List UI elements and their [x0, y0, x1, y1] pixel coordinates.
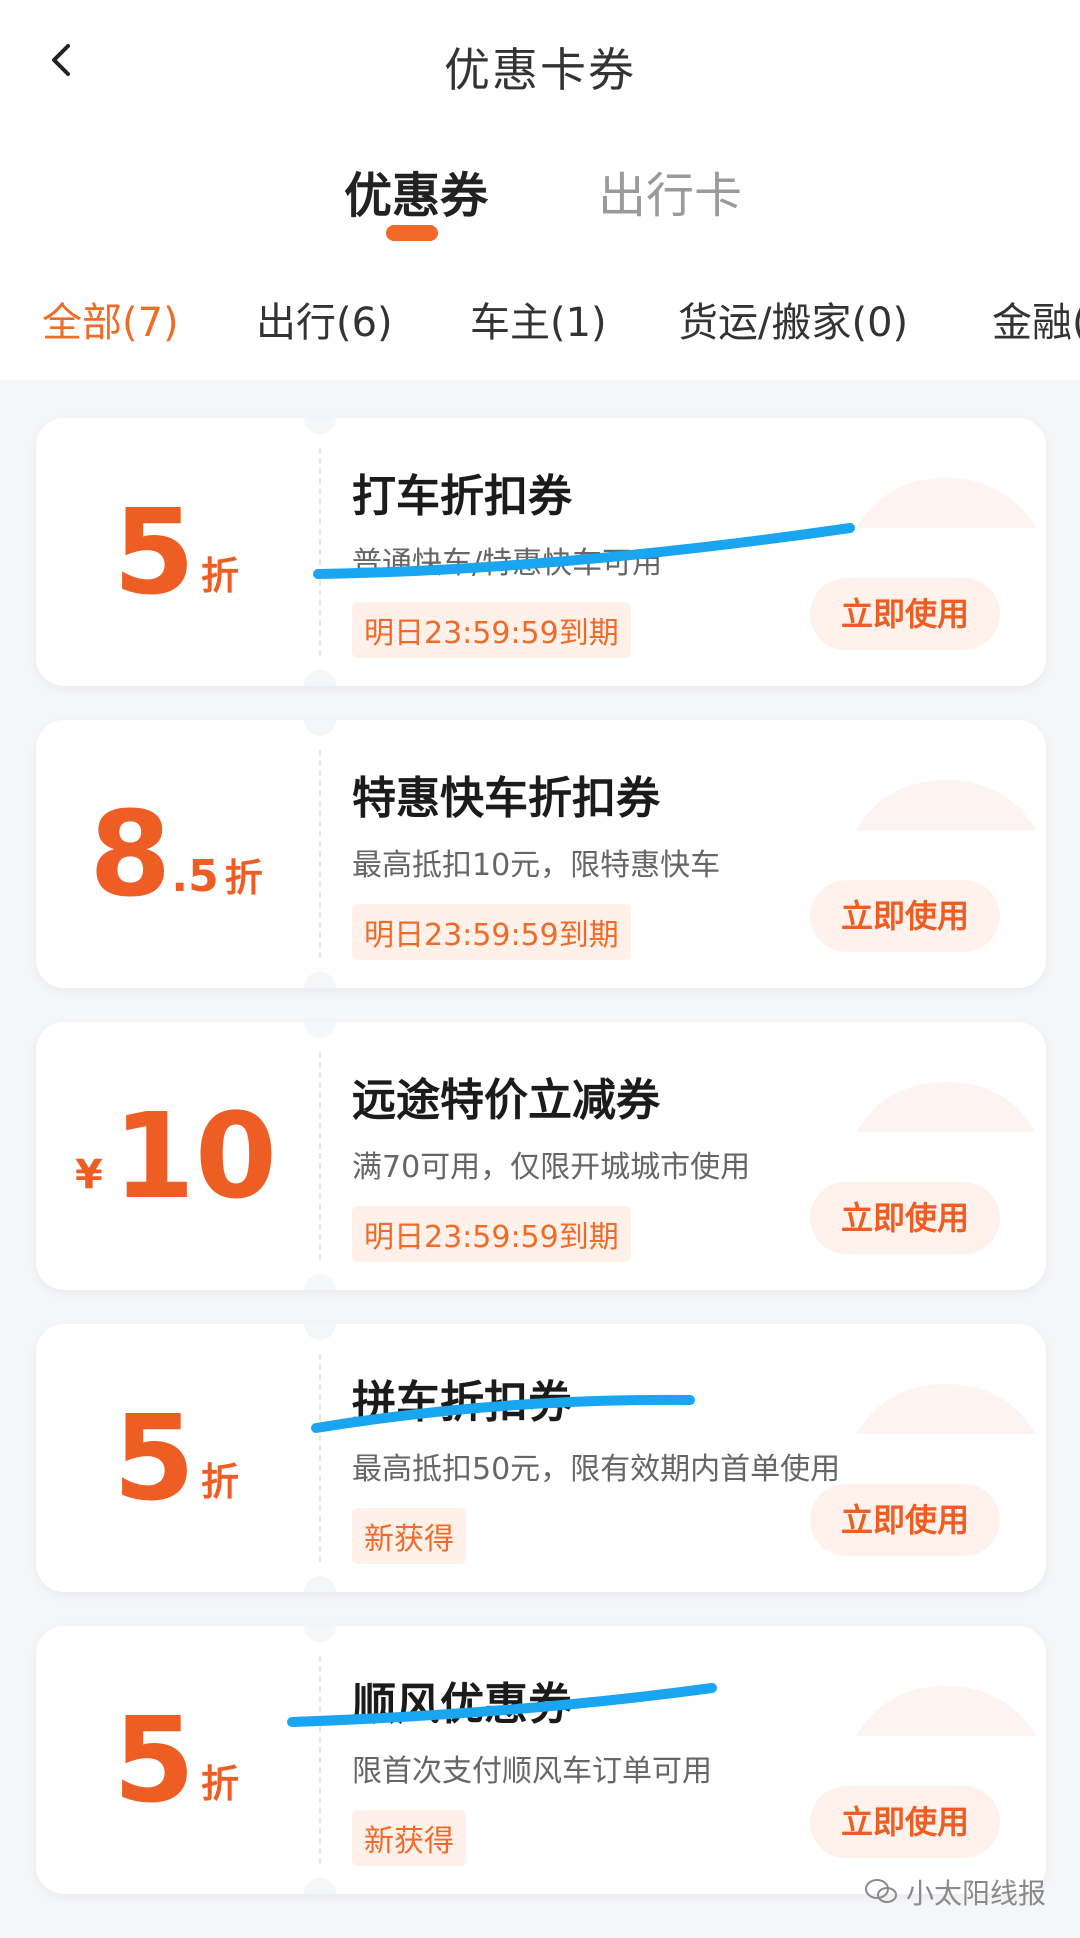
- coupon-desc: 普通快车/特惠快车可用: [352, 546, 663, 581]
- coupon-card: 5 折 打车折扣券 普通快车/特惠快车可用 明日23:59:59到期 立即使用: [36, 418, 1046, 686]
- car-watermark-icon: [856, 478, 1036, 528]
- ticket-divider: [319, 448, 321, 656]
- ticket-divider: [319, 1656, 321, 1864]
- expiry-tag: 明日23:59:59到期: [352, 1206, 631, 1262]
- ticket-divider: [319, 1052, 321, 1260]
- coupon-info: 顺风优惠券 限首次支付顺风车订单可用 新获得: [352, 1668, 712, 1866]
- coupon-card: 8 .5 折 特惠快车折扣券 最高抵扣10元，限特惠快车 明日23:59:59到…: [36, 720, 1046, 988]
- use-now-button[interactable]: 立即使用: [810, 880, 1000, 952]
- coupon-desc: 最高抵扣10元，限特惠快车: [352, 848, 721, 883]
- coupon-info: 特惠快车折扣券 最高抵扣10元，限特惠快车 明日23:59:59到期: [352, 762, 720, 960]
- coupon-value: 5 折: [112, 1389, 240, 1527]
- expiry-tag: 明日23:59:59到期: [352, 904, 631, 960]
- car-watermark-icon: [856, 1384, 1036, 1434]
- use-now-button[interactable]: 立即使用: [810, 1182, 1000, 1254]
- tab-bar: 优惠券 出行卡: [0, 120, 1080, 260]
- top-bar: 优惠卡券: [0, 0, 1080, 120]
- car-watermark-icon: [856, 1686, 1036, 1736]
- new-tag: 新获得: [352, 1508, 466, 1564]
- coupon-info: 远途特价立减券 满70可用，仅限开城城市使用 明日23:59:59到期: [352, 1064, 750, 1262]
- filter-car-owner[interactable]: 车主(1): [470, 290, 607, 348]
- coupon-title: 特惠快车折扣券: [352, 773, 660, 824]
- tab-indicator: [386, 225, 438, 241]
- coupon-value: 8 .5 折: [89, 785, 263, 923]
- coupon-title: 顺风优惠券: [352, 1679, 572, 1730]
- watermark: 小太阳线报: [864, 1872, 1046, 1912]
- filter-finance[interactable]: 金融(: [992, 290, 1080, 348]
- filter-bar: 全部(7) 出行(6) 车主(1) 货运/搬家(0) 金融(: [0, 260, 1080, 380]
- coupon-card: 5 折 顺风优惠券 限首次支付顺风车订单可用 新获得 立即使用: [36, 1626, 1046, 1894]
- coupon-title: 拼车折扣券: [352, 1377, 572, 1428]
- coupon-value: 5 折: [112, 483, 240, 621]
- coupon-card: ¥ 10 远途特价立减券 满70可用，仅限开城城市使用 明日23:59:59到期…: [36, 1022, 1046, 1290]
- coupon-info: 拼车折扣券 最高抵扣50元，限有效期内首单使用 新获得: [352, 1366, 840, 1564]
- ticket-divider: [319, 750, 321, 958]
- coupon-card: 5 折 拼车折扣券 最高抵扣50元，限有效期内首单使用 新获得 立即使用: [36, 1324, 1046, 1592]
- filter-all[interactable]: 全部(7): [42, 290, 179, 348]
- use-now-button[interactable]: 立即使用: [810, 578, 1000, 650]
- filter-travel[interactable]: 出行(6): [256, 290, 393, 348]
- new-tag: 新获得: [352, 1810, 466, 1866]
- coupon-desc: 满70可用，仅限开城城市使用: [352, 1150, 751, 1185]
- car-watermark-icon: [856, 1082, 1036, 1132]
- coupon-value: 5 折: [112, 1691, 240, 1829]
- coupon-value: ¥ 10: [74, 1087, 278, 1225]
- coupon-desc: 最高抵扣50元，限有效期内首单使用: [352, 1452, 841, 1487]
- ticket-divider: [319, 1354, 321, 1562]
- car-watermark-icon: [856, 780, 1036, 830]
- page-title: 优惠卡券: [444, 43, 636, 97]
- coupon-title: 打车折扣券: [352, 471, 572, 522]
- watermark-text: 小太阳线报: [905, 1877, 1046, 1910]
- tab-travel-cards[interactable]: 出行卡: [598, 156, 742, 226]
- use-now-button[interactable]: 立即使用: [810, 1786, 1000, 1858]
- expiry-tag: 明日23:59:59到期: [352, 602, 631, 658]
- coupon-info: 打车折扣券 普通快车/特惠快车可用 明日23:59:59到期: [352, 460, 662, 658]
- wechat-icon: [864, 1879, 897, 1903]
- coupon-desc: 限首次支付顺风车订单可用: [352, 1754, 712, 1789]
- filter-freight[interactable]: 货运/搬家(0): [678, 290, 908, 348]
- coupon-title: 远途特价立减券: [352, 1075, 660, 1126]
- tab-coupons[interactable]: 优惠券: [344, 156, 488, 226]
- use-now-button[interactable]: 立即使用: [810, 1484, 1000, 1556]
